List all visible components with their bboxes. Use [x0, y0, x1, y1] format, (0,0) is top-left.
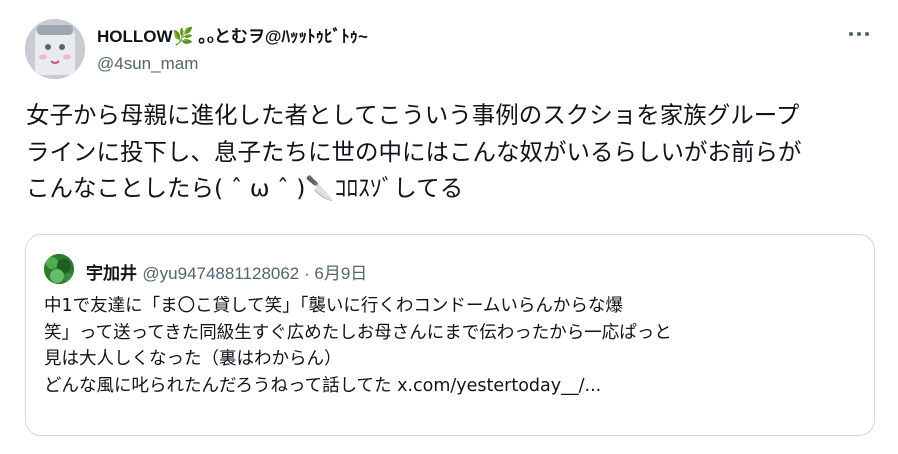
tweet-card: HOLLOW🌿 ｡ₒとむヲ@ﾊｯｯﾄｩﾋﾞﾄｩ~ @4sun_mam 女子から母…	[0, 0, 898, 454]
author-avatar[interactable]	[25, 19, 85, 79]
quoted-text: 中1で友達に「ま〇こ貸して笑」「襲いに行くわコンドームいらんからな爆 笑」って送…	[44, 296, 672, 396]
quoted-handle: @yu9474881128062	[142, 264, 300, 283]
more-horizontal-icon[interactable]	[842, 22, 876, 46]
quoted-name: 宇加井	[86, 264, 137, 284]
author-handle[interactable]: @4sun_mam	[97, 54, 198, 74]
quoted-avatar[interactable]	[44, 254, 74, 284]
quoted-header: 宇加井 @yu9474881128062 · 6月9日	[86, 259, 367, 284]
meta-separator: ·	[299, 264, 315, 283]
author-display-name[interactable]: HOLLOW🌿 ｡ₒとむヲ@ﾊｯｯﾄｩﾋﾞﾄｩ~	[97, 22, 368, 47]
quoted-tweet[interactable]: 宇加井 @yu9474881128062 · 6月9日 中1で友達に「ま〇こ貸し…	[25, 234, 875, 436]
tweet-text: 女子から母親に進化した者としてこういう事例のスクショを家族グループ ラインに投下…	[26, 101, 802, 202]
quoted-date: 6月9日	[314, 264, 368, 283]
